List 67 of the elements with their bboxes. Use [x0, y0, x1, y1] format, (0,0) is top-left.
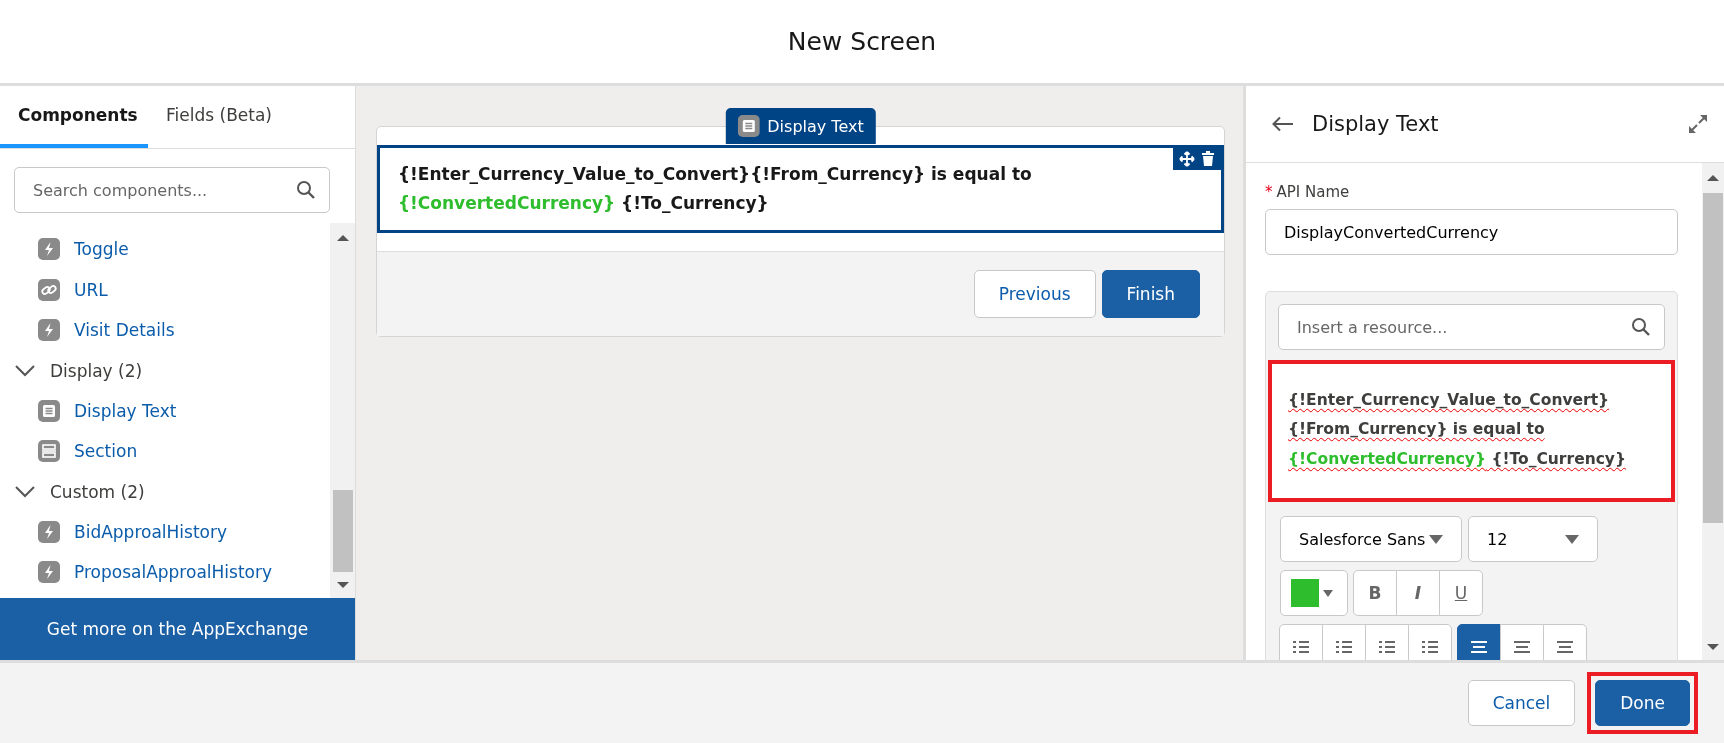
color-swatch: [1291, 579, 1319, 608]
align-icon: [1556, 640, 1574, 655]
done-button[interactable]: Done: [1595, 680, 1690, 726]
previous-button[interactable]: Previous: [973, 269, 1096, 318]
component-link[interactable]: Display Text: [74, 400, 177, 421]
group-label: Custom (2): [50, 481, 145, 502]
list-icon: [1335, 640, 1353, 655]
caret-icon: [1565, 534, 1579, 544]
section-icon: [38, 440, 60, 463]
component-link[interactable]: URL: [74, 279, 108, 300]
search-icon: [296, 180, 316, 200]
list-format-button[interactable]: [1279, 624, 1323, 660]
group-label: Display (2): [50, 360, 143, 381]
component-link[interactable]: BidApproalHistory: [74, 521, 228, 542]
chevron-icon[interactable]: [14, 363, 36, 378]
component-link[interactable]: Toggle: [74, 239, 129, 260]
list-icon: [1421, 640, 1439, 655]
component-link[interactable]: Visit Details: [74, 320, 175, 341]
italic-button[interactable]: I: [1396, 570, 1440, 617]
lightning-icon: [38, 561, 60, 584]
underline-button[interactable]: U: [1439, 570, 1483, 617]
text-lines-icon: [38, 399, 60, 422]
sidebar-tab[interactable]: Components: [0, 86, 148, 148]
lightning-icon: [38, 319, 60, 342]
list-format-button[interactable]: [1365, 624, 1409, 660]
bold-button[interactable]: B: [1353, 570, 1397, 617]
panel-title: Display Text: [1312, 112, 1440, 136]
modal-title: New Screen: [787, 27, 937, 56]
scrollbar[interactable]: [330, 223, 355, 598]
scrollbar[interactable]: [1702, 163, 1724, 660]
align-button[interactable]: [1457, 624, 1501, 660]
caret-icon: [1323, 589, 1333, 597]
list-format-button[interactable]: [1408, 624, 1452, 660]
align-icon: [1513, 640, 1531, 655]
component-tab[interactable]: Display Text: [725, 108, 876, 144]
display-text: {!Enter_Currency_Value_to_Convert}{!From_Currency} is equal to {!ConvertedCurrency} {!To_Currency}: [398, 163, 1033, 215]
font-size-dropdown[interactable]: 12: [1468, 516, 1598, 563]
lightning-icon: [38, 520, 60, 543]
text-color-picker[interactable]: [1280, 570, 1348, 617]
appexchange-button[interactable]: Get more on the AppExchange: [0, 598, 355, 660]
component-link[interactable]: ProposalApproalHistory: [74, 562, 272, 583]
rich-text-editor[interactable]: {!Enter_Currency_Value_to_Convert} {!From_Currency} is equal to {!ConvertedCurrency} {!To_Currency}: [1268, 360, 1675, 503]
list-format-button[interactable]: [1322, 624, 1366, 660]
cancel-button[interactable]: Cancel: [1467, 680, 1576, 726]
trash-icon[interactable]: [1201, 151, 1215, 167]
lightning-icon: [38, 238, 60, 261]
expand-icon[interactable]: [1688, 114, 1708, 134]
search-icon: [1631, 317, 1651, 337]
api-name-field[interactable]: DisplayConvertedCurrency: [1265, 209, 1678, 255]
required-asterisk: *: [1265, 183, 1273, 201]
font-family-dropdown[interactable]: Salesforce Sans: [1280, 516, 1462, 563]
finish-button[interactable]: Finish: [1101, 269, 1200, 318]
text-lines-icon: [737, 115, 760, 137]
list-icon: [1378, 640, 1396, 655]
move-icon[interactable]: [1179, 151, 1195, 167]
align-icon: [1470, 640, 1488, 655]
caret-icon: [1429, 534, 1443, 544]
search-field[interactable]: Search components...: [14, 167, 330, 213]
resource-search-field[interactable]: Insert a resource...: [1278, 304, 1665, 350]
field-label: * API Name: [1265, 183, 1351, 201]
chevron-icon[interactable]: [14, 484, 36, 499]
link-icon: [38, 278, 60, 301]
back-arrow-icon[interactable]: [1272, 116, 1294, 132]
list-icon: [1292, 640, 1310, 655]
sidebar-tab[interactable]: Fields (Beta): [148, 86, 290, 148]
component-link[interactable]: Section: [74, 441, 138, 462]
selected-component[interactable]: {!Enter_Currency_Value_to_Convert}{!From_Currency} is equal to {!ConvertedCurrency} {!To_Currency}: [377, 145, 1224, 233]
